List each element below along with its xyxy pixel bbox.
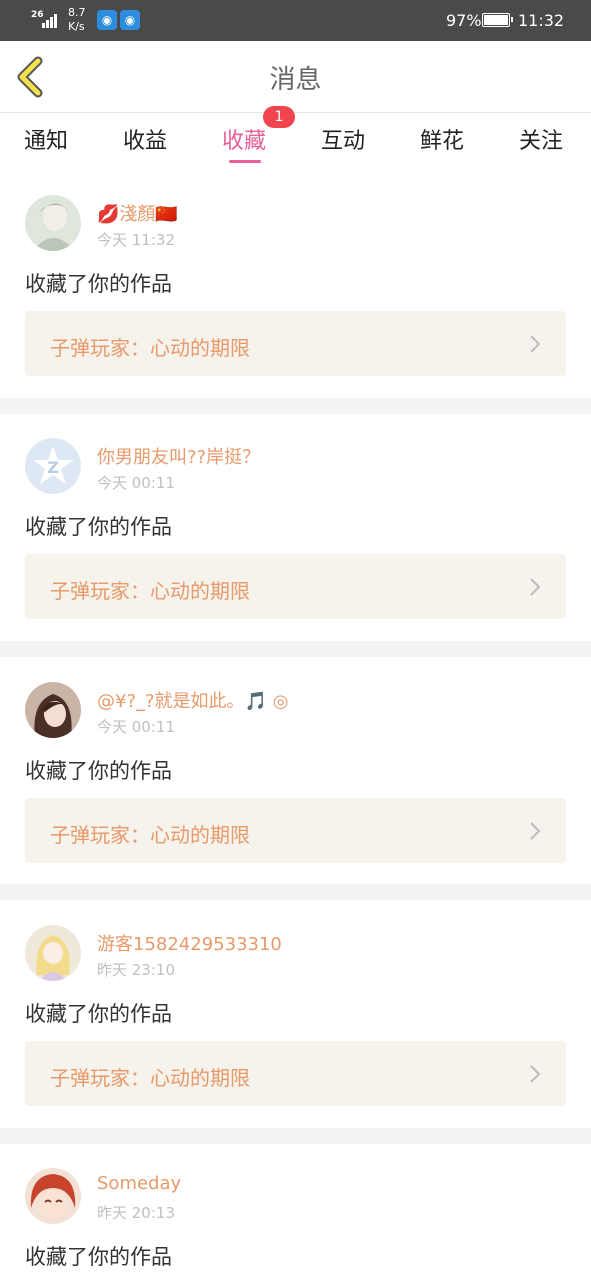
divider <box>0 398 591 414</box>
user-nickname[interactable]: 💋淺顏🇨🇳 <box>97 200 178 226</box>
tab-notice[interactable]: 通知 <box>24 123 68 155</box>
hotspot-icon: ◉ <box>97 10 117 30</box>
user-nickname[interactable]: Someday <box>97 1173 181 1194</box>
hotspot-icon: ◉ <box>120 10 140 30</box>
tab-following[interactable]: 关注 <box>519 123 563 155</box>
page-title: 消息 <box>269 65 322 95</box>
work-title: 子弹玩家：心动的期限 <box>50 823 250 847</box>
tab-bar: 通知 收益 收藏 互动 鲜花 关注 <box>0 113 591 175</box>
timestamp: 今天 11:32 <box>97 231 175 249</box>
work-title: 子弹玩家：心动的期限 <box>50 336 250 360</box>
tab-interaction[interactable]: 互动 <box>321 123 365 155</box>
avatar[interactable] <box>25 925 81 981</box>
battery-percent: 97% <box>446 11 482 30</box>
status-bar: 26 8.7 K/s ◉ ◉ 97% 11:32 <box>0 0 591 41</box>
action-text: 收藏了你的作品 <box>25 759 172 783</box>
work-title: 子弹玩家：心动的期限 <box>50 579 250 603</box>
work-card[interactable]: 子弹玩家：心动的期限 <box>25 798 566 863</box>
battery-icon <box>482 13 513 27</box>
tab-earnings[interactable]: 收益 <box>123 123 167 155</box>
user-nickname[interactable]: 你男朋友叫??岸挺？ <box>97 443 260 469</box>
list-item[interactable]: Someday 昨天 20:13 收藏了你的作品 <box>0 1153 591 1280</box>
timestamp: 今天 00:11 <box>97 474 175 492</box>
list-item[interactable]: 游客1582429533310 昨天 23:10 收藏了你的作品 子弹玩家：心动… <box>0 910 591 1138</box>
action-text: 收藏了你的作品 <box>25 515 172 539</box>
action-text: 收藏了你的作品 <box>25 1245 172 1269</box>
avatar[interactable]: Z <box>25 438 81 494</box>
work-card[interactable]: 子弹玩家：心动的期限 <box>25 311 566 376</box>
svg-text:Z: Z <box>47 458 59 477</box>
network-speed: 8.7 K/s <box>68 6 86 33</box>
divider <box>0 884 591 900</box>
chevron-right-icon <box>530 335 541 353</box>
user-nickname[interactable]: @¥?_?就是如此。🎵 ◎ <box>97 687 288 713</box>
list-item[interactable]: @¥?_?就是如此。🎵 ◎ 今天 00:11 收藏了你的作品 子弹玩家：心动的期… <box>0 667 591 895</box>
list-item[interactable]: Z 你男朋友叫??岸挺？ 今天 00:11 收藏了你的作品 子弹玩家：心动的期限 <box>0 423 591 651</box>
avatar[interactable] <box>25 195 81 251</box>
tab-favorites[interactable]: 收藏 <box>222 123 266 155</box>
divider <box>0 1128 591 1144</box>
list-item[interactable]: 💋淺顏🇨🇳 今天 11:32 收藏了你的作品 子弹玩家：心动的期限 <box>0 180 591 408</box>
timestamp: 今天 00:11 <box>97 718 175 736</box>
action-text: 收藏了你的作品 <box>25 272 172 296</box>
work-title: 子弹玩家：心动的期限 <box>50 1066 250 1090</box>
chevron-right-icon <box>530 822 541 840</box>
signal-icon <box>42 10 60 28</box>
avatar[interactable] <box>25 682 81 738</box>
chevron-right-icon <box>530 578 541 596</box>
chevron-right-icon <box>530 1065 541 1083</box>
divider <box>0 641 591 657</box>
clock: 11:32 <box>518 11 565 30</box>
user-nickname[interactable]: 游客1582429533310 <box>97 930 282 956</box>
tab-flowers[interactable]: 鲜花 <box>420 123 464 155</box>
timestamp: 昨天 20:13 <box>97 1204 175 1222</box>
avatar[interactable] <box>25 1168 81 1224</box>
active-tab-indicator <box>229 160 261 163</box>
header: 消息 <box>0 41 591 113</box>
work-card[interactable]: 子弹玩家：心动的期限 <box>25 1041 566 1106</box>
action-text: 收藏了你的作品 <box>25 1002 172 1026</box>
unread-badge: 1 <box>263 106 295 128</box>
timestamp: 昨天 23:10 <box>97 961 175 979</box>
work-card[interactable]: 子弹玩家：心动的期限 <box>25 554 566 619</box>
